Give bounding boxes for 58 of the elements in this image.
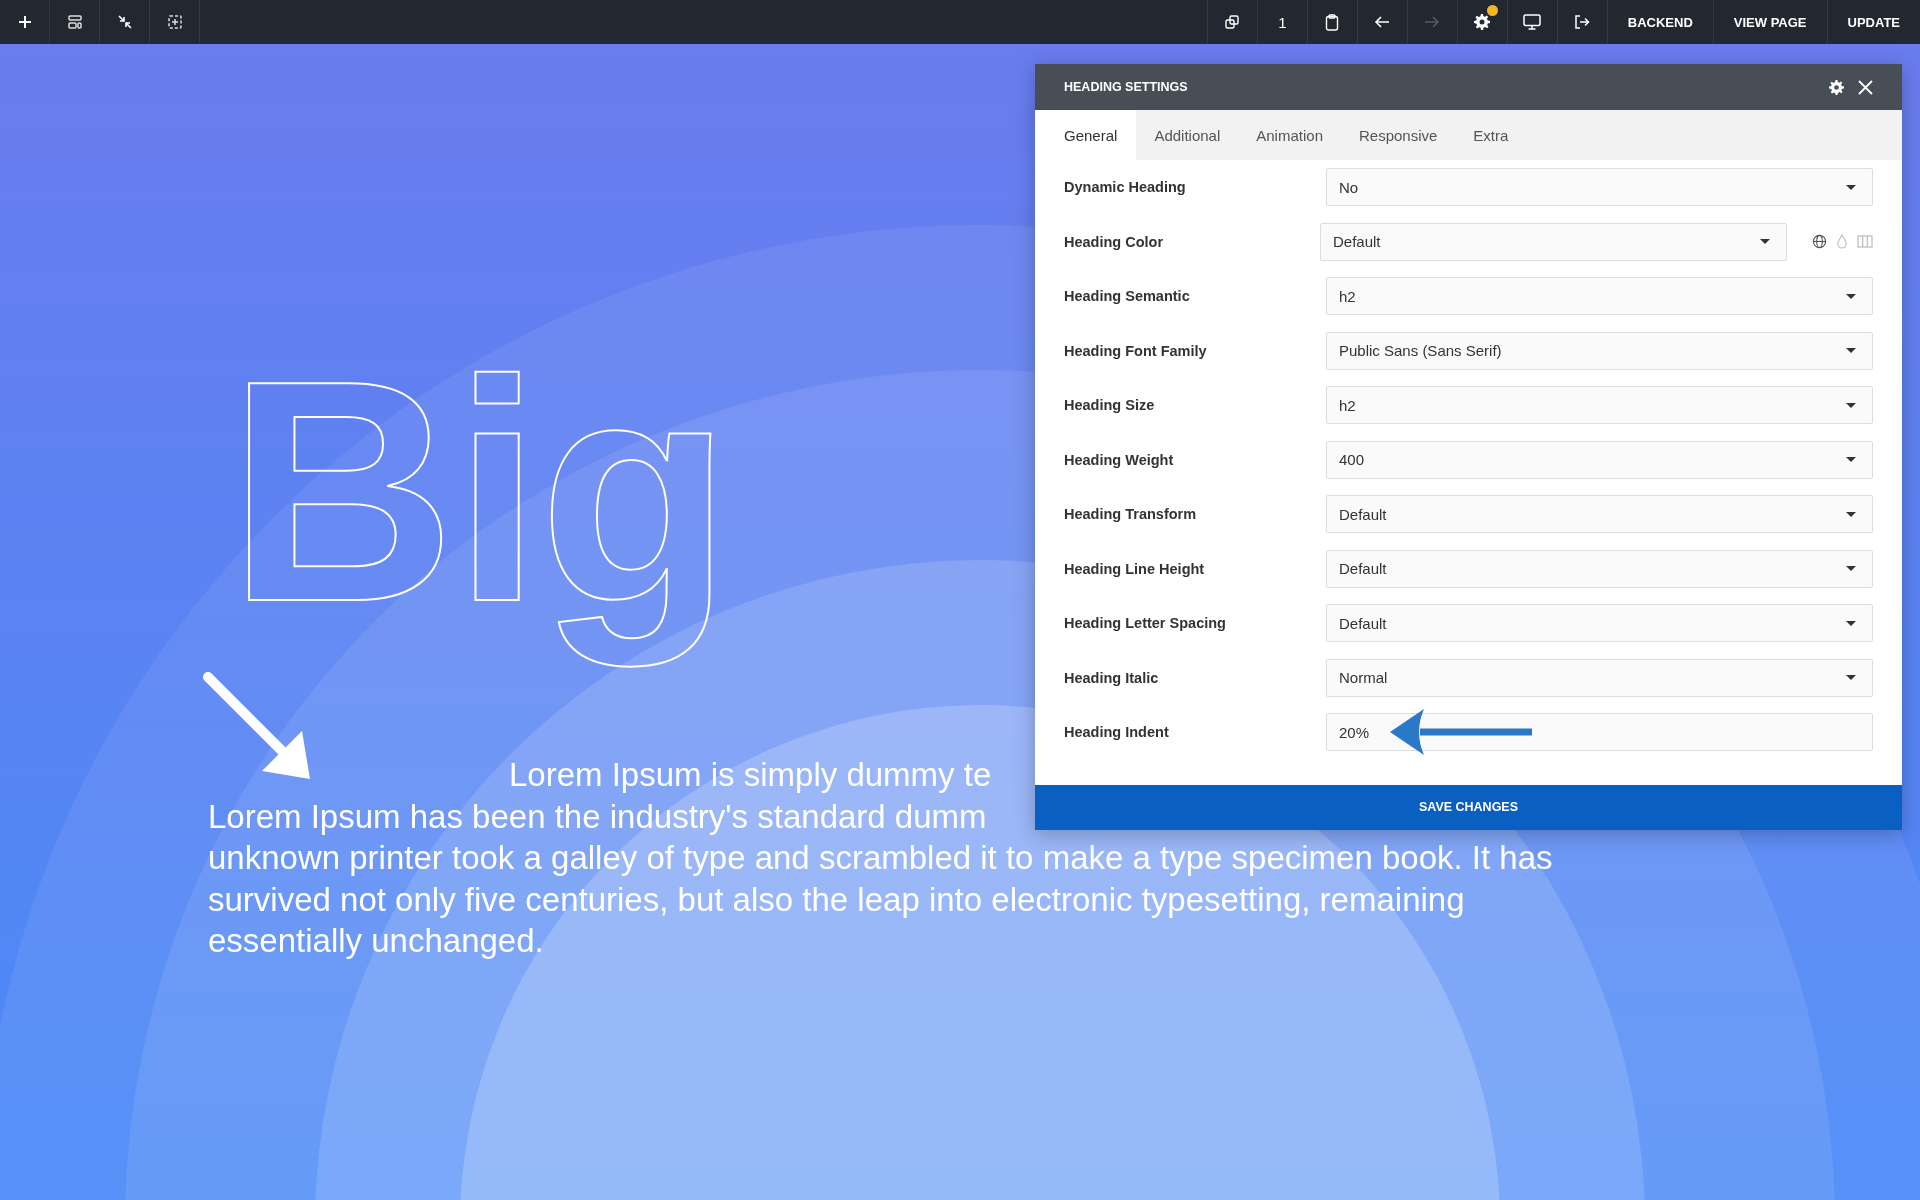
- field-label: Heading Italic: [1064, 669, 1160, 686]
- caret-icon: [1846, 511, 1856, 517]
- monitor-icon: [1523, 14, 1542, 30]
- caret-icon: [1846, 566, 1856, 572]
- panel-title: HEADING SETTINGS: [1064, 80, 1188, 94]
- plus-icon: [16, 14, 33, 30]
- select-field[interactable]: Default: [1326, 604, 1873, 643]
- close-icon[interactable]: [1858, 79, 1873, 95]
- select-field[interactable]: Default: [1326, 495, 1873, 534]
- select-field[interactable]: h2: [1326, 277, 1873, 316]
- panel-tab[interactable]: General: [1035, 110, 1137, 160]
- save-changes-button[interactable]: SAVE CHANGES: [1035, 784, 1902, 830]
- exit-icon: [1574, 15, 1591, 29]
- clipboard-icon: [1325, 13, 1340, 31]
- caret-icon: [1846, 620, 1856, 626]
- paragraph-line: essentially unchanged.: [208, 921, 544, 961]
- paragraph-line: unknown printer took a galley of type and scrambled it to make a type specimen book. It has: [208, 838, 1553, 878]
- select-field[interactable]: 400: [1326, 440, 1873, 479]
- paragraph-line: Lorem Ipsum is simply dummy te: [509, 755, 992, 795]
- field-label: Dynamic Heading: [1064, 179, 1187, 196]
- outlined-heading: Big: [228, 314, 731, 670]
- caret-icon: [1846, 184, 1856, 190]
- caret-icon: [1846, 348, 1856, 354]
- caret-icon: [1846, 293, 1856, 299]
- caret-icon: [1846, 457, 1856, 463]
- select-field[interactable]: Normal: [1326, 658, 1873, 697]
- field-label: Heading Weight: [1064, 451, 1175, 468]
- panel-tab[interactable]: Extra: [1455, 110, 1527, 160]
- select-field[interactable]: No: [1326, 168, 1873, 207]
- field-label: Heading Font Family: [1064, 342, 1208, 359]
- caret-icon: [1760, 239, 1770, 245]
- caret-icon: [1846, 675, 1856, 681]
- field-label: Heading Line Height: [1064, 560, 1206, 577]
- field-label: Heading Size: [1064, 397, 1156, 414]
- paragraph-line: survived not only five centuries, but also the leap into electronic typesetting, remaining: [208, 879, 1465, 920]
- select-field[interactable]: Public Sans (Sans Serif): [1326, 331, 1873, 370]
- field-label: Heading Semantic: [1064, 288, 1191, 305]
- arrow-annotation-icon: [1390, 709, 1532, 756]
- globe-icon[interactable]: [1812, 234, 1827, 250]
- field-label: Heading Letter Spacing: [1064, 615, 1227, 632]
- collapse-arrows-icon: [116, 14, 133, 30]
- settings-icon[interactable]: [1829, 79, 1844, 95]
- field-label: Heading Transform: [1064, 506, 1198, 523]
- input-field[interactable]: 20%: [1326, 713, 1873, 752]
- paragraph-line: Lorem Ipsum has been the industry's standard dumm: [208, 796, 987, 837]
- settings-icon: [1474, 14, 1491, 30]
- select-field[interactable]: h2: [1326, 386, 1873, 425]
- select-field[interactable]: Default: [1320, 222, 1787, 261]
- dashed-plus-icon: [166, 14, 183, 30]
- select-field[interactable]: Default: [1326, 549, 1873, 588]
- panel-tab[interactable]: Additional: [1136, 110, 1239, 160]
- caret-icon: [1846, 402, 1856, 408]
- field-label: Heading Indent: [1064, 724, 1170, 741]
- panel-tab[interactable]: Responsive: [1340, 110, 1456, 160]
- layout-icon: [66, 14, 83, 30]
- copy-icon: [1224, 14, 1241, 30]
- field-label: Heading Color: [1064, 233, 1165, 250]
- panel-tab[interactable]: Animation: [1238, 110, 1341, 160]
